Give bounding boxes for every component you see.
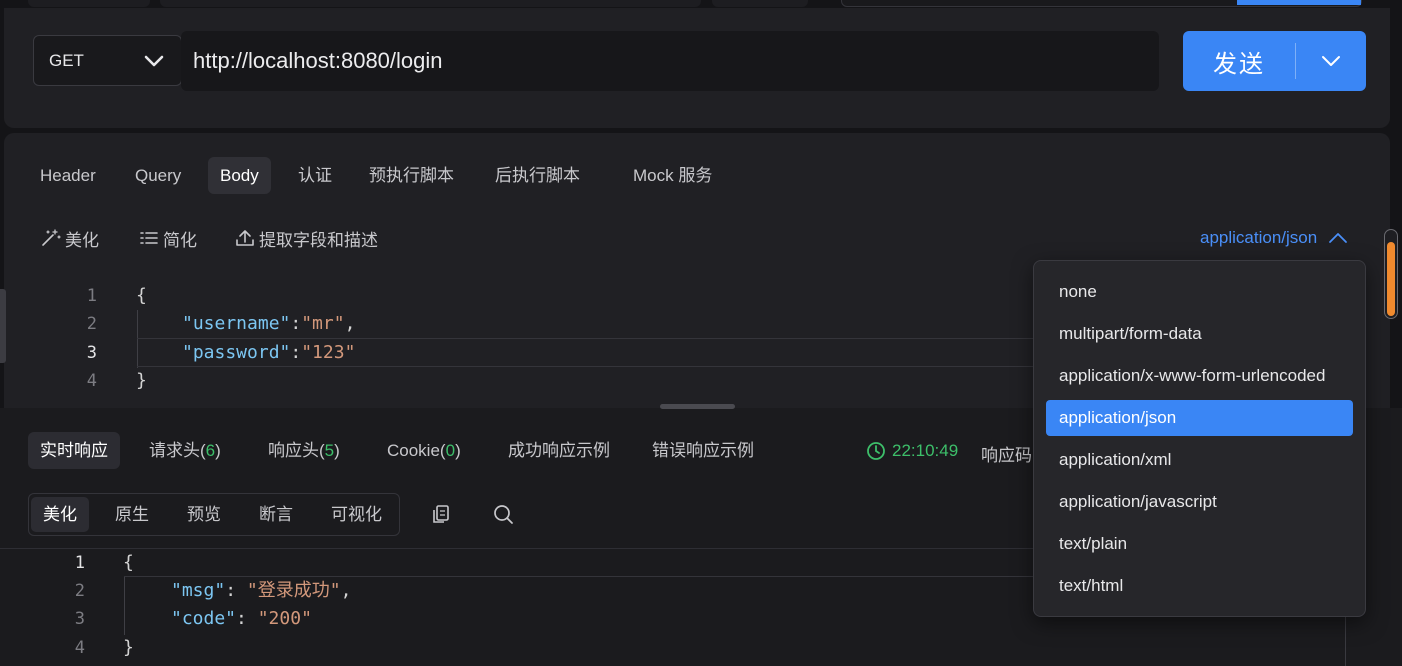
line-number: 3 <box>74 609 85 629</box>
extract-fields-label: 提取字段和描述 <box>259 230 378 250</box>
list-icon <box>140 232 158 244</box>
tab-response-headers[interactable]: 响应头(5) <box>256 432 352 469</box>
vertical-scrollbar[interactable] <box>1384 229 1398 319</box>
tab-pre-script[interactable]: 预执行脚本 <box>357 157 466 194</box>
clock-icon <box>867 442 885 460</box>
option-multipart-form-data[interactable]: multipart/form-data <box>1046 316 1353 352</box>
option-text-html[interactable]: text/html <box>1046 568 1353 604</box>
option-application-json[interactable]: application/json <box>1046 400 1353 436</box>
view-raw[interactable]: 原生 <box>103 497 161 532</box>
response-time: 22:10:49 <box>866 441 958 461</box>
response-code-label: 响应码 <box>981 446 1032 465</box>
code-line[interactable]: "password":"123" <box>182 339 355 367</box>
top-stub <box>160 0 701 7</box>
editor-right-border <box>1345 617 1346 666</box>
beautify-label: 美化 <box>65 230 99 250</box>
url-input[interactable]: http://localhost:8080/login <box>181 31 1159 91</box>
simplify-button[interactable]: 简化 <box>138 226 197 250</box>
line-number: 2 <box>86 314 97 334</box>
line-number: 4 <box>74 638 85 658</box>
magic-wand-icon <box>42 229 61 246</box>
response-time-text: 22:10:49 <box>892 441 959 460</box>
content-type-label: application/json <box>1200 228 1318 247</box>
panel-resize-handle[interactable] <box>660 404 735 409</box>
code-line[interactable]: "username":"mr", <box>182 310 355 338</box>
content-type-dropdown: none multipart/form-data application/x-w… <box>1033 260 1366 617</box>
option-application-javascript[interactable]: application/javascript <box>1046 484 1353 520</box>
tab-header[interactable]: Header <box>28 157 108 194</box>
tab-auth[interactable]: 认证 <box>286 157 344 194</box>
code-line[interactable]: } <box>136 367 147 395</box>
tab-cookie[interactable]: Cookie(0) <box>375 432 473 469</box>
tab-body[interactable]: Body <box>208 157 271 194</box>
extract-fields-button[interactable]: 提取字段和描述 <box>234 226 378 250</box>
line-number: 4 <box>86 371 97 391</box>
option-text-plain[interactable]: text/plain <box>1046 526 1353 562</box>
tab-post-script[interactable]: 后执行脚本 <box>483 157 592 194</box>
top-stub-accent <box>1237 0 1361 5</box>
response-code-line[interactable]: "code": "200" <box>171 605 312 633</box>
copy-icon[interactable] <box>431 503 453 525</box>
top-stub <box>841 0 1362 7</box>
response-code-line[interactable]: } <box>123 634 134 662</box>
option-form-urlencoded[interactable]: application/x-www-form-urlencoded <box>1046 358 1353 394</box>
view-preview[interactable]: 预览 <box>175 497 233 532</box>
upload-icon <box>236 230 254 246</box>
method-label: GET <box>49 50 84 70</box>
option-application-xml[interactable]: application/xml <box>1046 442 1353 478</box>
send-dropdown-button[interactable] <box>1296 54 1366 68</box>
send-button[interactable]: 发送 <box>1183 44 1295 79</box>
chevron-down-icon <box>1322 56 1340 66</box>
left-resize-handle[interactable] <box>0 289 6 363</box>
send-button-group: 发送 <box>1183 31 1366 91</box>
tab-query[interactable]: Query <box>123 157 193 194</box>
scrollbar-thumb[interactable] <box>1387 242 1395 316</box>
top-stub <box>28 0 150 7</box>
tab-request-headers[interactable]: 请求头(6) <box>137 432 233 469</box>
line-number: 1 <box>86 286 97 306</box>
url-text: http://localhost:8080/login <box>193 48 443 73</box>
tab-realtime-response[interactable]: 实时响应 <box>28 432 120 469</box>
view-beautify[interactable]: 美化 <box>31 497 89 532</box>
indent-guide <box>124 577 125 635</box>
code-line[interactable]: { <box>136 282 147 310</box>
chevron-down-icon <box>144 55 164 67</box>
response-code-line[interactable]: { <box>123 549 134 577</box>
indent-guide <box>137 310 138 368</box>
top-stub <box>712 0 808 7</box>
line-number: 3 <box>86 343 97 363</box>
view-visualize[interactable]: 可视化 <box>319 497 394 532</box>
line-number: 1 <box>74 553 85 573</box>
method-select[interactable]: GET <box>33 35 182 86</box>
tab-success-example[interactable]: 成功响应示例 <box>496 432 622 469</box>
search-icon[interactable] <box>492 503 514 525</box>
chevron-up-icon <box>1329 233 1348 243</box>
beautify-button[interactable]: 美化 <box>40 226 99 250</box>
response-code-line[interactable]: "msg": "登录成功", <box>171 577 351 605</box>
top-toolbar-remnant <box>0 0 1402 8</box>
tab-mock-service[interactable]: Mock 服务 <box>621 157 724 194</box>
editor-divider <box>0 548 1040 549</box>
view-assert[interactable]: 断言 <box>247 497 305 532</box>
line-number: 2 <box>74 581 85 601</box>
tab-error-example[interactable]: 错误响应示例 <box>640 432 766 469</box>
content-type-select[interactable]: application/json <box>1200 226 1349 250</box>
option-none[interactable]: none <box>1046 274 1353 310</box>
simplify-label: 简化 <box>163 230 197 250</box>
